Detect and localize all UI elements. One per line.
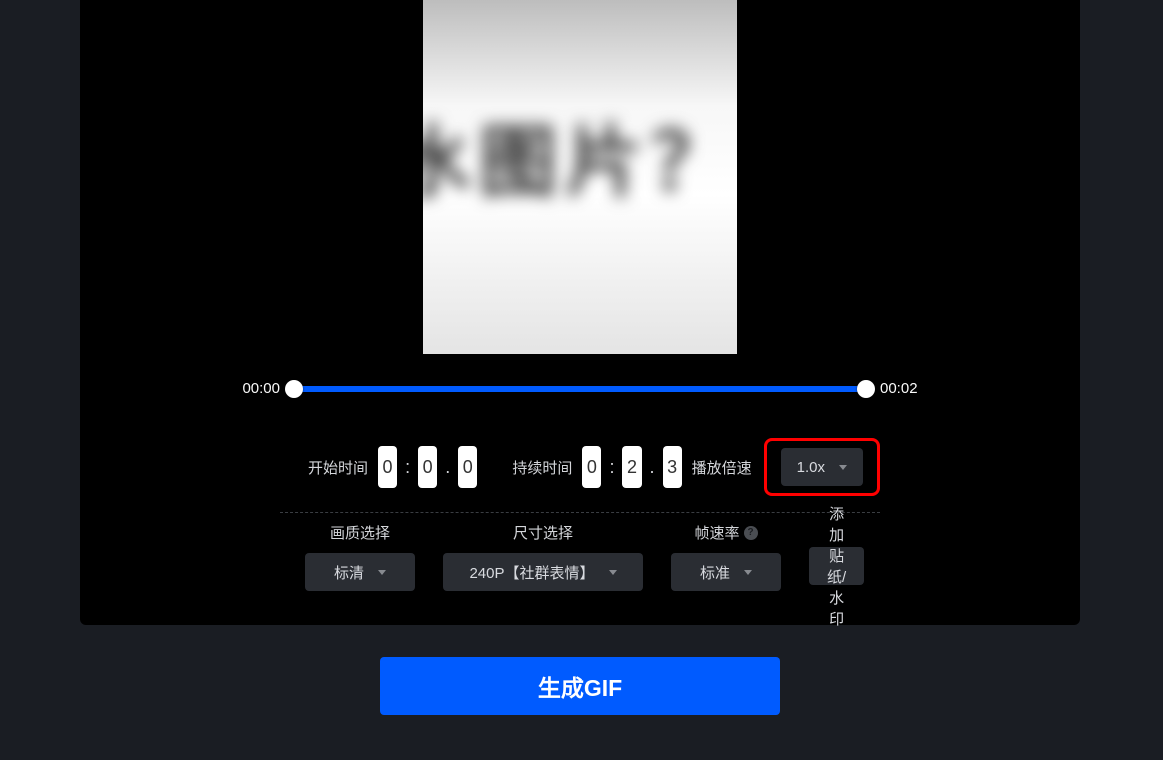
speed-select[interactable]: 1.0x [781,448,863,486]
start-time-frac[interactable]: 0 [458,446,477,488]
divider [280,512,880,513]
timeline-end-label: 00:02 [880,380,918,397]
preview-image: 水图片？ [423,0,737,354]
size-label: 尺寸选择 [513,522,573,543]
quality-label: 画质选择 [330,522,390,543]
framerate-select-value: 标准 [700,562,730,583]
duration-label: 持续时间 [512,457,572,478]
generate-gif-button[interactable]: 生成GIF [380,657,780,715]
generate-gif-label: 生成GIF [538,669,622,703]
speed-group: 播放倍速 1.0x [692,438,880,496]
colon-sep-2: : [609,457,614,478]
dot-sep: . [445,457,450,478]
duration-frac[interactable]: 3 [663,446,682,488]
framerate-label-text: 帧速率 [694,522,739,543]
quality-col: 画质选择 标清 [305,522,415,591]
speed-select-value: 1.0x [797,459,825,476]
speed-select-highlight: 1.0x [764,438,880,496]
add-watermark-button[interactable]: 添加贴纸/水印 [809,547,864,585]
speed-label: 播放倍速 [692,457,752,478]
timeline-start-label: 00:00 [242,380,280,397]
chevron-down-icon [744,570,752,575]
start-time-second[interactable]: 0 [418,446,437,488]
framerate-select[interactable]: 标准 [671,553,781,591]
time-inputs-row: 开始时间 0 : 0 . 0 持续时间 0 : 2 . 3 播放倍速 1.0x [308,438,880,496]
quality-select[interactable]: 标清 [305,553,415,591]
quality-select-value: 标清 [334,562,364,583]
framerate-label: 帧速率 ? [694,522,757,543]
timeline-row: 00:00 00:02 [80,380,1080,397]
size-select[interactable]: 240P【社群表情】 [443,553,643,591]
preview-blur-text: 水图片？ [423,100,737,212]
preview-area: 水图片？ [80,0,1080,354]
size-select-value: 240P【社群表情】 [469,562,594,583]
start-time-label: 开始时间 [308,457,368,478]
duration-second[interactable]: 2 [622,446,641,488]
chevron-down-icon [839,465,847,470]
colon-sep: : [405,457,410,478]
framerate-col: 帧速率 ? 标准 [671,522,781,591]
add-watermark-label: 添加贴纸/水印 [827,503,846,629]
timeline-track[interactable] [294,386,866,392]
timeline-thumb-start[interactable] [285,380,303,398]
start-time-minute[interactable]: 0 [378,446,397,488]
timeline-thumb-end[interactable] [857,380,875,398]
chevron-down-icon [609,570,617,575]
size-col: 尺寸选择 240P【社群表情】 [443,522,643,591]
watermark-col: 添加贴纸/水印 [809,522,864,585]
dot-sep-2: . [650,457,655,478]
duration-minute[interactable]: 0 [582,446,601,488]
editor-panel: 水图片？ 00:00 00:02 开始时间 0 : 0 . 0 持续时间 0 :… [80,0,1080,625]
help-icon[interactable]: ? [744,526,758,540]
chevron-down-icon [378,570,386,575]
options-row: 画质选择 标清 尺寸选择 240P【社群表情】 帧速率 ? 标准 [305,522,855,591]
